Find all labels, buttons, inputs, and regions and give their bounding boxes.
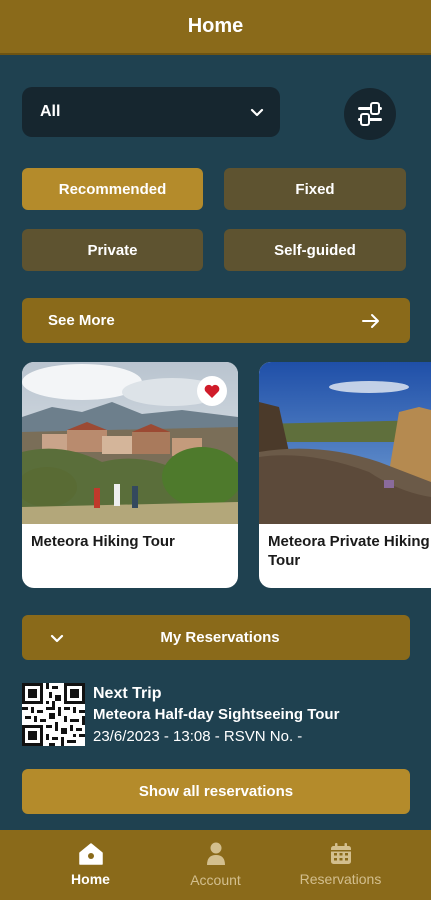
tour-card[interactable]: Meteora Hiking Tour: [22, 362, 238, 588]
chip-private[interactable]: Private: [22, 229, 203, 271]
see-more-label: See More: [48, 312, 115, 329]
chip-label: Recommended: [58, 180, 167, 198]
nav-item-reservations[interactable]: Reservations: [281, 830, 401, 900]
nav-item-home[interactable]: Home: [31, 830, 151, 900]
next-trip-name: Meteora Half-day Sightseeing Tour: [93, 706, 340, 723]
tour-card[interactable]: Meteora Private Hiking Tour: [259, 362, 431, 588]
nav-label: Reservations: [299, 871, 382, 887]
bottom-nav: Home Account Reservations: [0, 830, 431, 900]
chip-label: Private: [87, 241, 138, 259]
chip-label: Self-guided: [274, 241, 356, 259]
calendar-icon: [330, 843, 351, 864]
nav-item-account[interactable]: Account: [156, 830, 276, 900]
qr-code-icon[interactable]: [22, 683, 85, 746]
page-title: Home: [187, 15, 244, 37]
show-all-reservations-button[interactable]: Show all reservations: [22, 769, 410, 814]
chip-recommended[interactable]: Recommended: [22, 168, 203, 210]
chevron-down-icon: [250, 108, 264, 117]
my-reservations-label: My Reservations: [160, 629, 280, 646]
nav-label: Home: [71, 871, 110, 887]
next-trip-details: 23/6/2023 - 13:08 - RSVN No. -: [93, 728, 303, 745]
tour-image: [22, 362, 238, 524]
next-trip-heading: Next Trip: [93, 685, 162, 702]
show-all-label: Show all reservations: [138, 783, 294, 800]
home-icon: [78, 843, 103, 865]
tour-image: [259, 362, 431, 524]
account-icon: [206, 842, 225, 865]
chip-fixed[interactable]: Fixed: [224, 168, 406, 210]
heart-icon: [204, 384, 220, 398]
my-reservations-toggle[interactable]: My Reservations: [22, 615, 410, 660]
nav-label: Account: [190, 872, 241, 888]
tour-title: Meteora Hiking Tour: [31, 533, 175, 550]
next-trip: Next Trip Meteora Half-day Sightseeing T…: [93, 684, 339, 748]
chip-self-guided[interactable]: Self-guided: [224, 229, 406, 271]
arrow-right-icon: [362, 313, 379, 328]
sliders-icon: [358, 102, 382, 126]
category-select-value: All: [40, 103, 61, 120]
favorite-button[interactable]: [197, 376, 227, 406]
tour-title: Meteora Private Hiking Tour: [268, 533, 430, 569]
app-header: Home: [0, 0, 431, 55]
category-select[interactable]: All: [22, 87, 280, 137]
chip-label: Fixed: [295, 180, 335, 198]
see-more-button[interactable]: See More: [22, 298, 410, 343]
filters-button[interactable]: [344, 88, 396, 140]
